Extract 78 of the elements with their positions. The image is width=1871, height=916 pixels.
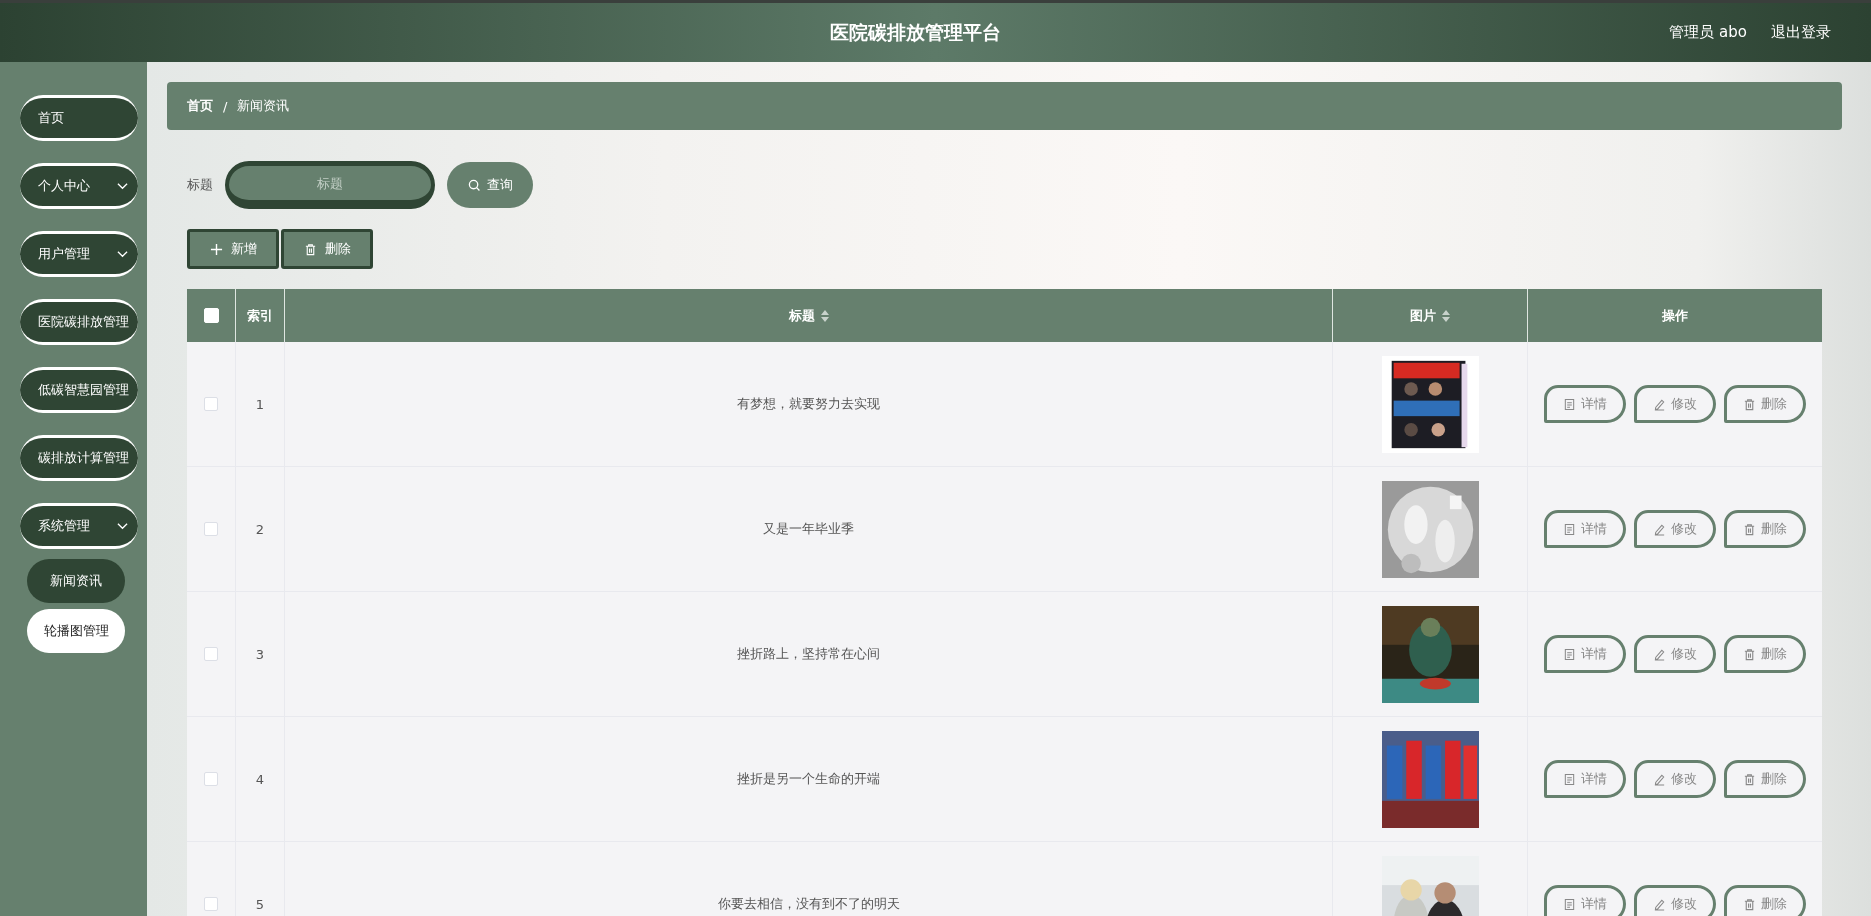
edit-button[interactable]: 修改 [1634,885,1716,916]
pencil-icon [1653,647,1666,661]
chevron-down-icon [117,250,128,258]
table-cell: 又是一年毕业季 [763,520,854,538]
pencil-icon [1653,897,1666,911]
plus-icon [209,242,223,256]
add-button[interactable]: 新增 [187,229,279,269]
row-checkbox[interactable] [204,897,218,911]
trash-icon [1743,397,1756,411]
delete-button[interactable]: 删除 [1724,635,1806,673]
edit-button[interactable]: 修改 [1634,635,1716,673]
table-cell: 2 [255,521,265,537]
menu-item[interactable]: 首页 [20,95,138,141]
column-header: 标题 [788,306,815,325]
search-icon [467,178,481,192]
row-checkbox[interactable] [204,397,218,411]
row-checkbox[interactable] [204,647,218,661]
trash-icon [1743,522,1756,536]
delete-button[interactable]: 删除 [1724,760,1806,798]
menu-item[interactable]: 医院碳排放管理 [20,299,138,345]
delete-button[interactable]: 删除 [1724,385,1806,423]
trash-icon [1743,772,1756,786]
breadcrumb-link[interactable]: 新闻资讯 [237,97,290,115]
detail-button[interactable]: 详情 [1544,885,1626,916]
submenu-item[interactable]: 新闻资讯 [27,559,125,603]
delete-button[interactable]: 删除 [281,229,373,269]
menu-item[interactable]: 碳排放计算管理 [20,435,138,481]
edit-button[interactable]: 修改 [1634,510,1716,548]
title-search-field[interactable]: 标题 [225,161,435,209]
menu-item[interactable]: 用户管理 [20,231,138,277]
menu-item[interactable]: 个人中心 [20,163,138,209]
submenu-item[interactable]: 轮播图管理 [27,609,125,653]
document-icon [1563,772,1576,786]
table-cell: 有梦想，就要努力去实现 [737,395,880,413]
search-button[interactable]: 查询 [447,162,533,208]
app-title: 医院碳排放管理平台 [830,19,1001,45]
trash-icon [1743,897,1756,911]
pencil-icon [1653,522,1666,536]
table-cell: 挫折路上，坚持常在心间 [737,645,880,663]
pencil-icon [1653,772,1666,786]
document-icon [1563,647,1576,661]
column-header: 图片 [1410,306,1436,325]
document-icon [1563,397,1576,411]
trash-icon [303,242,317,256]
delete-button[interactable]: 删除 [1724,510,1806,548]
table-cell: 4 [255,771,265,787]
document-icon [1563,897,1576,911]
logout-link[interactable]: 退出登录 [1771,23,1831,42]
sort-icon[interactable] [1442,309,1450,322]
detail-button[interactable]: 详情 [1544,635,1626,673]
table-cell: 5 [255,896,265,912]
column-header: 操作 [1662,306,1688,325]
detail-button[interactable]: 详情 [1544,385,1626,423]
delete-button[interactable]: 删除 [1724,885,1806,916]
row-checkbox[interactable] [204,522,218,536]
edit-button[interactable]: 修改 [1634,760,1716,798]
trash-icon [1743,647,1756,661]
search-label: 标题 [187,176,213,194]
detail-button[interactable]: 详情 [1544,760,1626,798]
table-cell: 挫折是另一个生命的开端 [737,770,880,788]
document-icon [1563,522,1576,536]
chevron-down-icon [117,522,128,530]
menu-item[interactable]: 系统管理 [20,503,138,549]
select-all-checkbox[interactable] [203,308,219,323]
edit-button[interactable]: 修改 [1634,385,1716,423]
breadcrumb-separator: / [223,98,228,114]
sort-icon[interactable] [820,309,829,322]
table-cell: 1 [255,396,265,412]
table-cell: 你要去相信，没有到不了的明天 [717,895,900,913]
user-name: 管理员 abo [1669,23,1747,42]
table-cell: 3 [255,646,265,662]
pencil-icon [1653,397,1666,411]
breadcrumb-link[interactable]: 首页 [187,97,213,115]
chevron-down-icon [117,182,128,190]
menu-item[interactable]: 低碳智慧园管理 [20,367,138,413]
column-header: 索引 [247,306,273,325]
detail-button[interactable]: 详情 [1544,510,1626,548]
row-checkbox[interactable] [204,772,218,786]
